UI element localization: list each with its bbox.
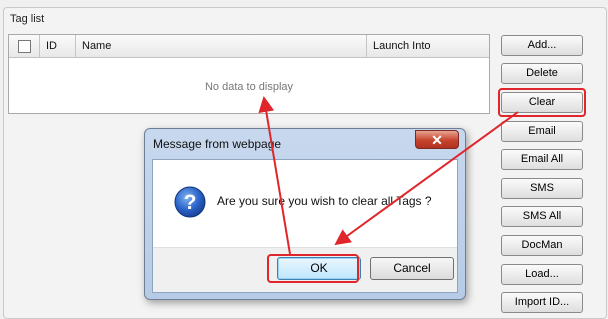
tag-grid: ID Name Launch Into No data to display [8,34,490,114]
column-header-id[interactable]: ID [46,35,57,57]
select-all-checkbox[interactable] [18,40,31,53]
ok-button-highlight [267,254,359,283]
cancel-button[interactable]: Cancel [370,257,454,280]
column-separator [39,35,40,57]
dialog-message: Are you sure you wish to clear all Tags … [217,194,432,208]
column-separator [366,35,367,57]
add-button[interactable]: Add... [501,35,583,56]
group-title: Tag list [10,13,45,25]
docman-button[interactable]: DocMan [501,235,583,256]
column-header-launch-into[interactable]: Launch Into [373,35,431,57]
dialog-title: Message from webpage [153,137,282,151]
sms-all-button[interactable]: SMS All [501,206,583,227]
close-icon[interactable]: ✕ [415,130,459,149]
column-header-name[interactable]: Name [82,35,111,57]
empty-grid-message: No data to display [204,81,294,93]
email-button[interactable]: Email [501,121,583,142]
email-all-button[interactable]: Email All [501,149,583,170]
sms-button[interactable]: SMS [501,178,583,199]
load-button[interactable]: Load... [501,264,583,285]
column-separator [75,35,76,57]
clear-button-highlight [498,88,586,117]
svg-text:?: ? [184,191,197,214]
question-icon: ? [174,186,206,218]
delete-button[interactable]: Delete [501,63,583,84]
grid-header: ID Name Launch Into [9,35,489,58]
import-id-button[interactable]: Import ID... [501,292,583,313]
